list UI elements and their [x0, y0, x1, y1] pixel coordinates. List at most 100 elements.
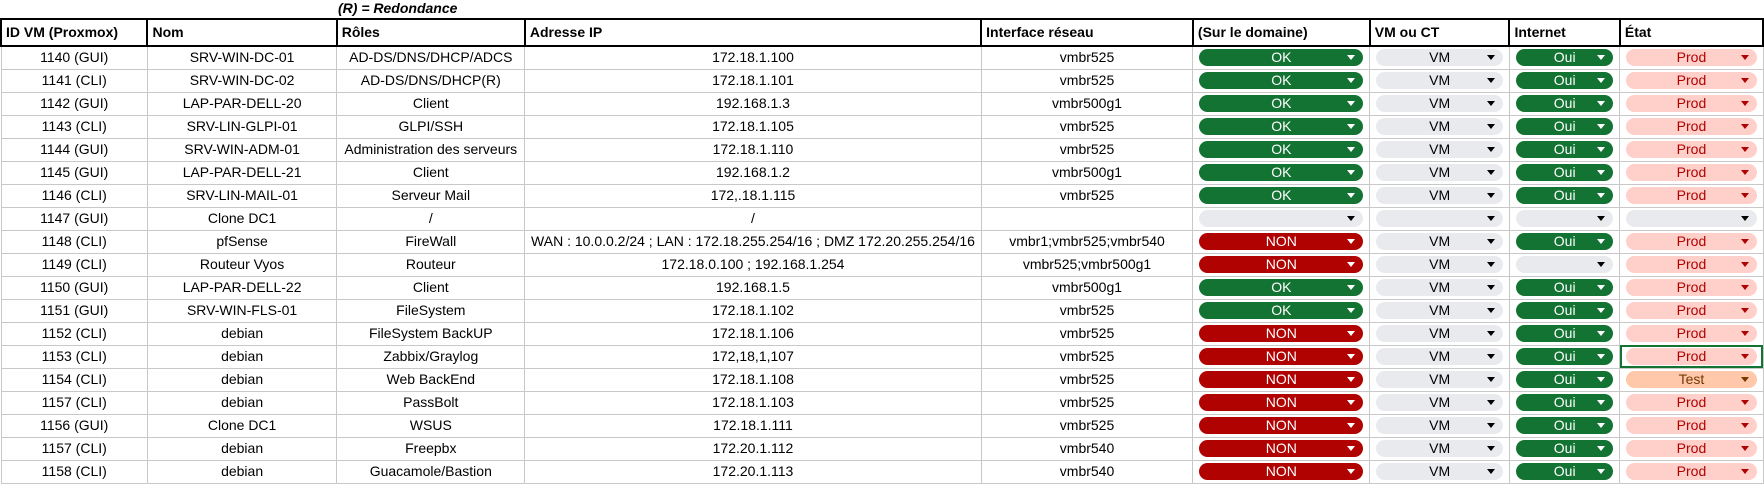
state-dropdown[interactable]: Prod: [1626, 279, 1757, 296]
chevron-down-icon[interactable]: [1486, 423, 1495, 428]
domain-status-dropdown[interactable]: OK: [1199, 187, 1364, 204]
vm-id-cell[interactable]: 1154 (CLI): [0, 367, 148, 392]
vm-id-cell[interactable]: 1150 (GUI): [0, 275, 148, 300]
domain-status-dropdown-cell[interactable]: NON: [1192, 390, 1371, 415]
vm-role-cell[interactable]: AD-DS/DNS/DHCP(R): [336, 68, 526, 93]
domain-status-dropdown-cell[interactable]: OK: [1192, 91, 1371, 116]
vm-name-cell[interactable]: SRV-WIN-FLS-01: [146, 298, 338, 323]
chevron-down-icon[interactable]: [1740, 400, 1749, 405]
chevron-down-icon[interactable]: [1740, 331, 1749, 336]
domain-status-dropdown-cell[interactable]: [1192, 206, 1371, 231]
header-internet[interactable]: Internet: [1508, 18, 1621, 47]
vm-type-dropdown[interactable]: VM: [1376, 463, 1503, 480]
chevron-down-icon[interactable]: [1347, 308, 1356, 313]
internet-dropdown[interactable]: Oui: [1515, 463, 1614, 480]
internet-dropdown-cell[interactable]: [1508, 206, 1621, 231]
vm-interface-cell[interactable]: vmbr525: [980, 367, 1194, 392]
state-dropdown-cell[interactable]: Prod: [1619, 252, 1764, 277]
vm-role-cell[interactable]: Serveur Mail: [336, 183, 526, 208]
state-dropdown-cell[interactable]: Prod: [1619, 275, 1764, 300]
internet-dropdown[interactable]: Oui: [1515, 72, 1614, 89]
state-dropdown-cell[interactable]: Prod: [1619, 298, 1764, 323]
vm-type-dropdown[interactable]: VM: [1376, 394, 1503, 411]
vm-name-cell[interactable]: debian: [146, 459, 338, 484]
vm-type-dropdown-cell[interactable]: VM: [1369, 45, 1510, 70]
chevron-down-icon[interactable]: [1597, 331, 1606, 336]
chevron-down-icon[interactable]: [1597, 170, 1606, 175]
vm-type-dropdown-cell[interactable]: VM: [1369, 390, 1510, 415]
internet-dropdown[interactable]: [1515, 210, 1614, 227]
vm-type-dropdown[interactable]: VM: [1376, 164, 1503, 181]
vm-type-dropdown[interactable]: [1376, 210, 1503, 227]
domain-status-dropdown[interactable]: NON: [1199, 440, 1364, 457]
internet-dropdown-cell[interactable]: Oui: [1508, 413, 1621, 438]
domain-status-dropdown-cell[interactable]: NON: [1192, 367, 1371, 392]
state-dropdown-cell[interactable]: Prod: [1619, 137, 1764, 162]
vm-type-dropdown-cell[interactable]: VM: [1369, 183, 1510, 208]
domain-status-dropdown-cell[interactable]: NON: [1192, 321, 1371, 346]
vm-name-cell[interactable]: debian: [146, 367, 338, 392]
vm-ip-cell[interactable]: 192.168.1.2: [524, 160, 982, 185]
chevron-down-icon[interactable]: [1486, 147, 1495, 152]
vm-id-cell[interactable]: 1158 (CLI): [0, 459, 148, 484]
header-etat[interactable]: État: [1618, 18, 1764, 47]
internet-dropdown-cell[interactable]: Oui: [1508, 275, 1621, 300]
vm-ip-cell[interactable]: /: [524, 206, 982, 231]
state-dropdown-cell[interactable]: Prod: [1619, 91, 1764, 116]
chevron-down-icon[interactable]: [1597, 423, 1606, 428]
vm-role-cell[interactable]: Freepbx: [336, 436, 526, 461]
internet-dropdown[interactable]: Oui: [1515, 233, 1614, 250]
vm-name-cell[interactable]: Clone DC1: [146, 413, 338, 438]
internet-dropdown[interactable]: [1515, 256, 1614, 273]
state-dropdown[interactable]: Prod: [1626, 95, 1757, 112]
vm-id-cell[interactable]: 1156 (GUI): [0, 413, 148, 438]
vm-type-dropdown[interactable]: VM: [1376, 141, 1503, 158]
vm-type-dropdown-cell[interactable]: VM: [1369, 321, 1510, 346]
domain-status-dropdown[interactable]: NON: [1199, 394, 1364, 411]
chevron-down-icon[interactable]: [1597, 101, 1606, 106]
internet-dropdown[interactable]: Oui: [1515, 302, 1614, 319]
vm-id-cell[interactable]: 1152 (CLI): [0, 321, 148, 346]
chevron-down-icon[interactable]: [1486, 101, 1495, 106]
vm-id-cell[interactable]: 1148 (CLI): [0, 229, 148, 254]
chevron-down-icon[interactable]: [1486, 239, 1495, 244]
state-dropdown[interactable]: Prod: [1626, 440, 1757, 457]
vm-ip-cell[interactable]: 172.18.1.105: [524, 114, 982, 139]
domain-status-dropdown-cell[interactable]: NON: [1192, 459, 1371, 484]
chevron-down-icon[interactable]: [1347, 55, 1356, 61]
domain-status-dropdown-cell[interactable]: NON: [1192, 344, 1371, 369]
chevron-down-icon[interactable]: [1740, 308, 1749, 313]
chevron-down-icon[interactable]: [1740, 101, 1749, 106]
vm-role-cell[interactable]: /: [336, 206, 526, 231]
state-dropdown[interactable]: Prod: [1626, 417, 1757, 434]
domain-status-dropdown[interactable]: OK: [1199, 95, 1364, 112]
vm-name-cell[interactable]: Clone DC1: [146, 206, 338, 231]
state-dropdown-cell[interactable]: Prod: [1619, 183, 1764, 208]
state-dropdown[interactable]: Prod: [1626, 394, 1757, 411]
vm-role-cell[interactable]: AD-DS/DNS/DHCP/ADCS: [336, 45, 526, 70]
vm-type-dropdown[interactable]: VM: [1376, 348, 1503, 365]
vm-role-cell[interactable]: Client: [336, 91, 526, 116]
vm-interface-cell[interactable]: vmbr525: [980, 137, 1194, 162]
vm-id-cell[interactable]: 1145 (GUI): [0, 160, 148, 185]
vm-name-cell[interactable]: debian: [146, 344, 338, 369]
chevron-down-icon[interactable]: [1740, 78, 1749, 83]
vm-role-cell[interactable]: FireWall: [336, 229, 526, 254]
domain-status-dropdown[interactable]: OK: [1199, 279, 1364, 296]
domain-status-dropdown-cell[interactable]: OK: [1192, 68, 1371, 93]
chevron-down-icon[interactable]: [1347, 124, 1356, 129]
chevron-down-icon[interactable]: [1486, 285, 1495, 290]
chevron-down-icon[interactable]: [1347, 147, 1356, 152]
domain-status-dropdown[interactable]: NON: [1199, 256, 1364, 273]
chevron-down-icon[interactable]: [1347, 285, 1356, 290]
vm-role-cell[interactable]: FileSystem: [336, 298, 526, 323]
chevron-down-icon[interactable]: [1740, 377, 1749, 382]
internet-dropdown-cell[interactable]: Oui: [1508, 298, 1621, 323]
vm-name-cell[interactable]: SRV-WIN-DC-01: [146, 45, 338, 70]
chevron-down-icon[interactable]: [1740, 216, 1749, 221]
vm-name-cell[interactable]: debian: [146, 321, 338, 346]
vm-interface-cell[interactable]: vmbr525: [980, 183, 1194, 208]
internet-dropdown[interactable]: Oui: [1515, 164, 1614, 181]
internet-dropdown-cell[interactable]: Oui: [1508, 459, 1621, 484]
internet-dropdown[interactable]: Oui: [1515, 325, 1614, 342]
